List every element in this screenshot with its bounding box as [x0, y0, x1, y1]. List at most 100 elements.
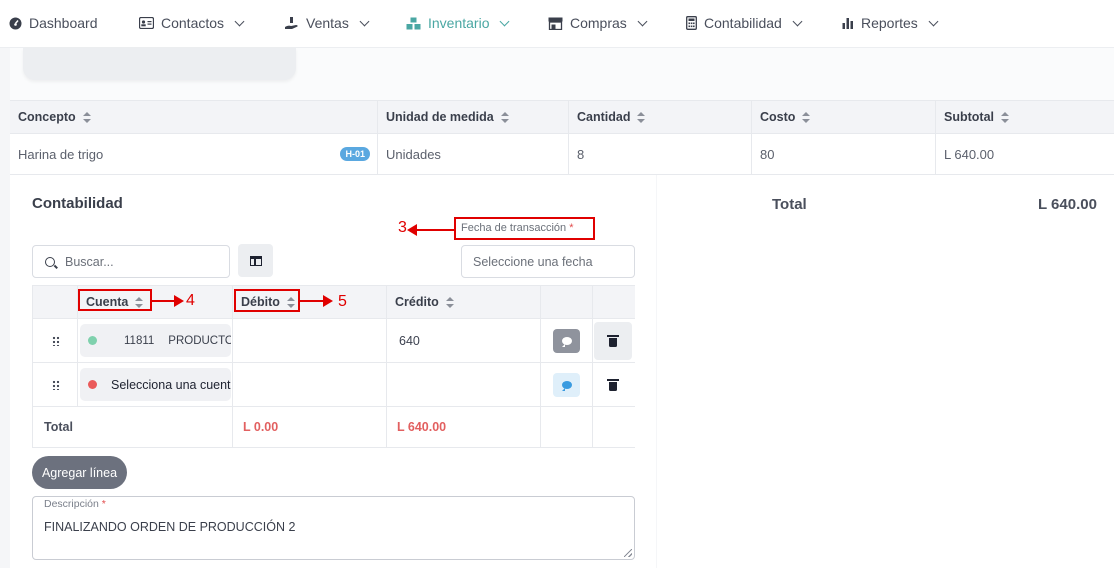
- header-label: Costo: [760, 110, 796, 124]
- nav-contactos[interactable]: Contactos: [139, 0, 245, 46]
- dashboard-icon: [9, 17, 22, 29]
- delete-button[interactable]: [594, 321, 632, 360]
- description-field[interactable]: Descripción * FINALIZANDO ORDEN DE PRODU…: [32, 496, 635, 560]
- trash-icon: [607, 334, 619, 347]
- nav-inventario[interactable]: Inventario: [406, 0, 510, 46]
- date-input[interactable]: [473, 254, 623, 269]
- column-header-unidad[interactable]: Unidad de medida: [378, 101, 569, 133]
- table-row: Harina de trigo H-01 Unidades 8 80 L 640.…: [10, 134, 1114, 175]
- add-line-button[interactable]: Agregar línea: [32, 456, 127, 489]
- drag-handle-icon[interactable]: [52, 379, 60, 390]
- store-icon: [548, 17, 563, 30]
- bar-chart-icon: [842, 18, 853, 29]
- drag-column-header: [32, 286, 78, 318]
- drag-cell: [32, 363, 78, 406]
- delete-button[interactable]: [594, 366, 632, 404]
- annotation-number-3: 3: [398, 219, 407, 236]
- annotation-box-date: [454, 217, 595, 240]
- sort-icon: [1001, 111, 1009, 123]
- search-input[interactable]: [65, 254, 215, 269]
- table-row: 11811 PRODUCTOS TERMINADOS 640: [32, 319, 635, 363]
- comment-icon: [561, 380, 572, 391]
- delete-cell: [593, 319, 635, 362]
- comment-cell: [541, 363, 593, 406]
- nav-dashboard-label: Dashboard: [29, 15, 98, 31]
- delete-cell: [593, 363, 635, 406]
- annotation-arrow-5: [300, 295, 333, 307]
- nav-contabilidad[interactable]: Contabilidad: [686, 0, 803, 46]
- columns-toggle-button[interactable]: [238, 244, 273, 277]
- calculator-icon: [686, 16, 697, 30]
- search-box[interactable]: [32, 245, 230, 278]
- header-label: Subtotal: [944, 110, 994, 124]
- header-label: Crédito: [395, 295, 439, 309]
- account-cell: Selecciona una cuenta: [78, 363, 233, 406]
- annotation-number-4: 4: [186, 292, 195, 309]
- sort-icon: [82, 111, 91, 123]
- status-dot: [88, 380, 97, 389]
- contacts-card-icon: [139, 17, 154, 29]
- credit-cell[interactable]: 640: [387, 319, 541, 362]
- inventory-boxes-icon: [406, 17, 421, 29]
- comment-button[interactable]: [553, 328, 580, 353]
- annotation-box-debito: [234, 289, 300, 312]
- account-cell: 11811 PRODUCTOS TERMINADOS: [78, 319, 233, 362]
- totals-label: Total: [32, 407, 233, 447]
- nav-contabilidad-label: Contabilidad: [704, 15, 782, 31]
- description-label: Descripción *: [44, 498, 106, 510]
- nav-dashboard[interactable]: Dashboard: [9, 0, 98, 46]
- total-credit: L 640.00: [387, 407, 541, 447]
- delete-column-header: [593, 286, 635, 318]
- comment-column-header: [541, 286, 593, 318]
- nav-inventario-label: Inventario: [428, 15, 490, 31]
- nav-compras[interactable]: Compras: [548, 0, 648, 46]
- search-icon: [45, 256, 55, 267]
- nav-reportes-label: Reportes: [861, 15, 918, 31]
- account-select[interactable]: Selecciona una cuenta: [80, 368, 231, 401]
- header-label: Cantidad: [577, 110, 631, 124]
- sales-hand-icon: [285, 17, 298, 29]
- cell-cantidad: 8: [569, 134, 752, 174]
- sort-icon: [802, 111, 811, 123]
- summary-total-label: Total: [772, 196, 807, 213]
- annotation-arrow-3: [407, 224, 454, 236]
- cell-concepto: Harina de trigo H-01: [10, 134, 378, 174]
- resize-handle-icon[interactable]: [624, 549, 632, 557]
- column-header-cantidad[interactable]: Cantidad: [569, 101, 752, 133]
- status-dot: [88, 336, 97, 345]
- comment-icon: [561, 336, 572, 347]
- info-card: [23, 48, 296, 80]
- summary-panel: [657, 175, 1114, 568]
- nav-reportes[interactable]: Reportes: [842, 0, 939, 46]
- account-select[interactable]: 11811 PRODUCTOS TERMINADOS: [80, 324, 231, 357]
- nav-contactos-label: Contactos: [161, 15, 225, 31]
- comment-button[interactable]: [553, 372, 580, 397]
- table-row: Selecciona una cuenta: [32, 363, 635, 407]
- product-name: Harina de trigo: [18, 146, 104, 162]
- nav-ventas[interactable]: Ventas: [284, 0, 370, 46]
- debit-cell[interactable]: [233, 319, 387, 362]
- comment-cell: [541, 319, 593, 362]
- total-debit: L 0.00: [233, 407, 387, 447]
- debit-cell[interactable]: [233, 363, 387, 406]
- accounting-title: Contabilidad: [32, 195, 123, 212]
- drag-handle-icon[interactable]: [52, 335, 60, 346]
- product-code-badge: H-01: [340, 147, 370, 161]
- header-label: Unidad de medida: [386, 110, 494, 124]
- sort-icon: [637, 111, 646, 123]
- chevron-down-icon: [359, 16, 370, 26]
- column-header-costo[interactable]: Costo: [752, 101, 936, 133]
- column-header-subtotal[interactable]: Subtotal: [936, 101, 1114, 133]
- column-header-credito[interactable]: Crédito: [387, 286, 541, 318]
- description-text[interactable]: FINALIZANDO ORDEN DE PRODUCCIÓN 2: [44, 520, 295, 534]
- chevron-down-icon: [234, 16, 245, 26]
- sort-icon: [500, 111, 509, 123]
- column-header-concepto[interactable]: Concepto: [10, 101, 378, 133]
- drag-cell: [32, 319, 78, 362]
- trash-icon: [607, 378, 619, 391]
- date-field[interactable]: [461, 245, 635, 278]
- annotation-arrow-4: [152, 295, 184, 307]
- credit-cell[interactable]: [387, 363, 541, 406]
- chevron-down-icon: [792, 16, 803, 26]
- account-code: 11811: [124, 334, 155, 347]
